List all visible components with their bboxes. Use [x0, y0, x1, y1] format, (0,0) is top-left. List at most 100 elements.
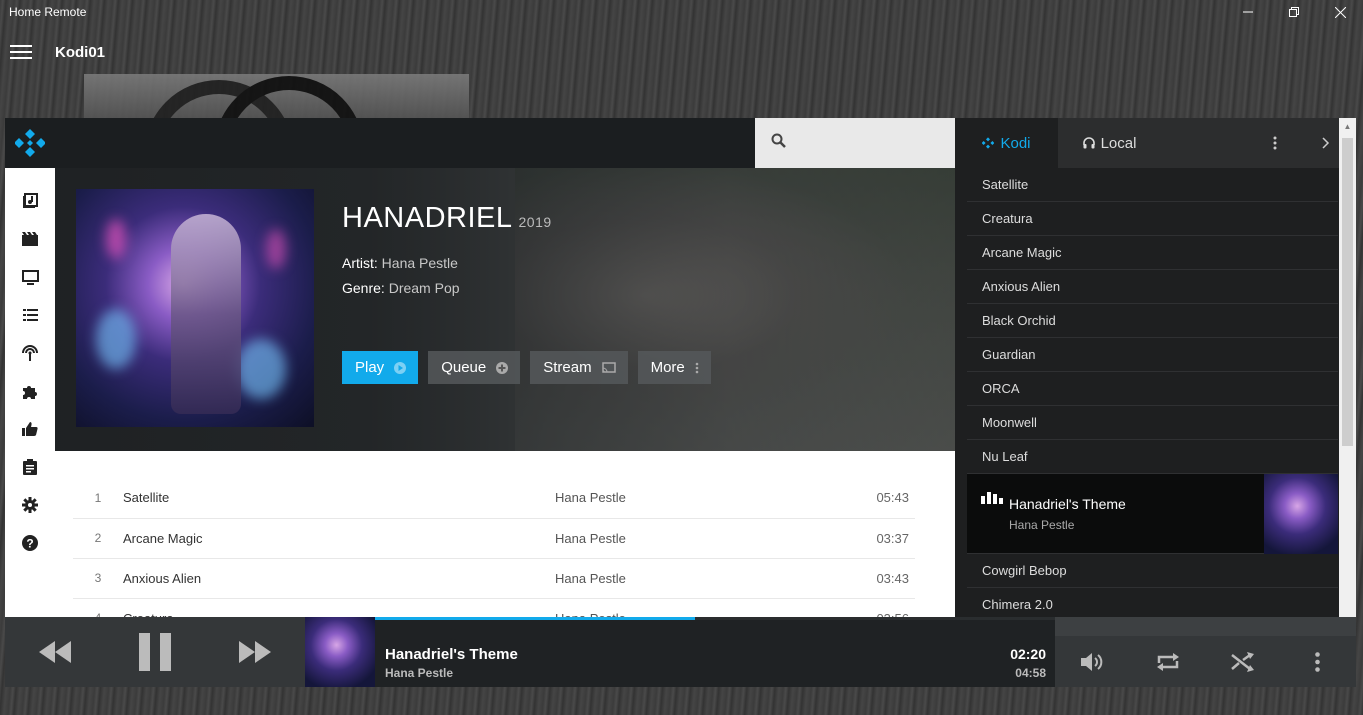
- album-artist-link[interactable]: Hana Pestle: [382, 255, 458, 271]
- repeat-button[interactable]: [1130, 652, 1205, 672]
- panel-more-button[interactable]: [1273, 118, 1277, 168]
- playlist-item[interactable]: Creatura: [967, 202, 1338, 236]
- minimize-button[interactable]: [1225, 0, 1271, 24]
- movies-icon: [22, 232, 38, 246]
- playlist-scrollbar[interactable]: ▲ ▼: [1339, 118, 1356, 687]
- nav-favourites[interactable]: [5, 410, 55, 448]
- progress-bar[interactable]: [375, 617, 1055, 620]
- more-vertical-icon: [1273, 136, 1277, 150]
- nav-addons[interactable]: [5, 372, 55, 410]
- help-icon: ?: [22, 535, 38, 551]
- restore-icon: [1289, 7, 1299, 17]
- track-artist: Hana Pestle: [555, 518, 855, 559]
- track-number: 2: [73, 518, 123, 559]
- add-circle-icon: [496, 361, 509, 374]
- headphones-icon: [1082, 137, 1095, 149]
- playlist-items: Satellite Creatura Arcane Magic Anxious Ali…: [967, 168, 1338, 622]
- restore-button[interactable]: [1271, 0, 1317, 24]
- now-playing-thumbnail[interactable]: [305, 617, 375, 687]
- kodi-logo-icon[interactable]: [15, 128, 45, 158]
- shuffle-button[interactable]: [1205, 651, 1280, 672]
- next-button[interactable]: [205, 641, 305, 663]
- now-playing-bars-icon: [981, 492, 1003, 504]
- playlist-item[interactable]: Satellite: [967, 168, 1338, 202]
- scroll-up-icon[interactable]: ▲: [1339, 118, 1356, 135]
- current-track-title: Hanadriel's Theme: [1009, 495, 1126, 512]
- nav-settings[interactable]: [5, 486, 55, 524]
- playlist-panel: Kodi Local Satellite Creatura Arcane Magic…: [955, 118, 1356, 687]
- elapsed-time: 02:20: [1010, 646, 1046, 662]
- nav-music[interactable]: [5, 182, 55, 220]
- track-duration: 05:43: [855, 478, 915, 519]
- close-icon: [1334, 6, 1346, 18]
- player-bar: Hanadriel's Theme Hana Pestle 02:20 04:5…: [5, 617, 1356, 687]
- track-row[interactable]: 4CreaturaHana Pestle03:56: [73, 598, 915, 617]
- nav-tv[interactable]: [5, 258, 55, 296]
- search-icon: [771, 133, 787, 154]
- panel-collapse-button[interactable]: [1322, 118, 1330, 168]
- nav-playlist[interactable]: [5, 296, 55, 334]
- track-duration: 03:37: [855, 518, 915, 559]
- app-header: Kodi01: [0, 34, 105, 70]
- nav-clipboard[interactable]: [5, 448, 55, 486]
- nav-radio[interactable]: [5, 334, 55, 372]
- total-duration: 04:58: [1015, 666, 1046, 680]
- more-button[interactable]: More: [637, 351, 711, 384]
- background-image: [84, 74, 469, 118]
- thumbs-up-icon: [22, 422, 38, 436]
- previous-button[interactable]: [5, 641, 105, 663]
- music-icon: [23, 193, 38, 208]
- playlist-item[interactable]: Cowgirl Bebop: [967, 554, 1338, 588]
- queue-button[interactable]: Queue: [428, 351, 521, 384]
- puzzle-icon: [23, 386, 37, 399]
- radio-icon: [22, 345, 38, 361]
- track-number: 3: [73, 558, 123, 599]
- track-row[interactable]: 2 Arcane Magic Hana Pestle 03:37: [73, 518, 915, 559]
- album-cover[interactable]: [76, 189, 314, 427]
- track-row[interactable]: 1 Satellite Hana Pestle 05:43: [73, 478, 915, 519]
- nav-movies[interactable]: [5, 220, 55, 258]
- fast-forward-icon: [239, 641, 271, 663]
- player-more-button[interactable]: [1280, 651, 1355, 672]
- hamburger-menu-icon[interactable]: [10, 45, 32, 59]
- search-box[interactable]: [755, 118, 955, 168]
- progress-fill: [375, 617, 695, 620]
- album-genre-link[interactable]: Dream Pop: [389, 280, 460, 296]
- window-titlebar: Home Remote: [0, 0, 1363, 24]
- playlist-item[interactable]: Guardian: [967, 338, 1338, 372]
- tab-local[interactable]: Local: [1058, 118, 1161, 168]
- now-playing-title: Hanadriel's Theme: [385, 646, 518, 663]
- track-artist: Hana Pestle: [555, 558, 855, 599]
- close-button[interactable]: [1317, 0, 1363, 24]
- more-vertical-icon: [695, 362, 699, 373]
- search-input[interactable]: [797, 135, 947, 151]
- playlist-item-current[interactable]: Hanadriel's Theme Hana Pestle: [967, 474, 1338, 554]
- nav-help[interactable]: ?: [5, 524, 55, 562]
- track-row[interactable]: 3 Anxious Alien Hana Pestle 03:43: [73, 558, 915, 599]
- album-header: HANADRIEL 2019 Artist: Hana Pestle Genre:…: [55, 168, 955, 451]
- playlist-item[interactable]: Anxious Alien: [967, 270, 1338, 304]
- kodi-topbar: [5, 118, 955, 168]
- stream-button[interactable]: Stream: [530, 351, 628, 384]
- scrollbar-thumb[interactable]: [1342, 138, 1353, 446]
- volume-button[interactable]: [1055, 652, 1130, 672]
- playlist-item[interactable]: Arcane Magic: [967, 236, 1338, 270]
- playlist-item[interactable]: ORCA: [967, 372, 1338, 406]
- more-vertical-icon: [1315, 651, 1320, 672]
- track-title: Arcane Magic: [123, 518, 555, 559]
- svg-text:?: ?: [26, 537, 33, 551]
- album-genre-row: Genre: Dream Pop: [342, 280, 460, 296]
- player-right-strip: [1055, 617, 1356, 636]
- shuffle-icon: [1230, 651, 1254, 672]
- tab-kodi[interactable]: Kodi: [955, 118, 1058, 168]
- kodi-logo-icon: [982, 137, 995, 149]
- current-track-artist: Hana Pestle: [1009, 517, 1075, 532]
- pause-button[interactable]: [105, 633, 205, 671]
- playlist-item[interactable]: Moonwell: [967, 406, 1338, 440]
- playlist-item[interactable]: Black Orchid: [967, 304, 1338, 338]
- play-button[interactable]: Play: [342, 351, 419, 384]
- cast-icon: [601, 362, 616, 373]
- minimize-icon: [1243, 11, 1253, 13]
- playlist-item[interactable]: Nu Leaf: [967, 440, 1338, 474]
- pause-icon: [139, 633, 171, 671]
